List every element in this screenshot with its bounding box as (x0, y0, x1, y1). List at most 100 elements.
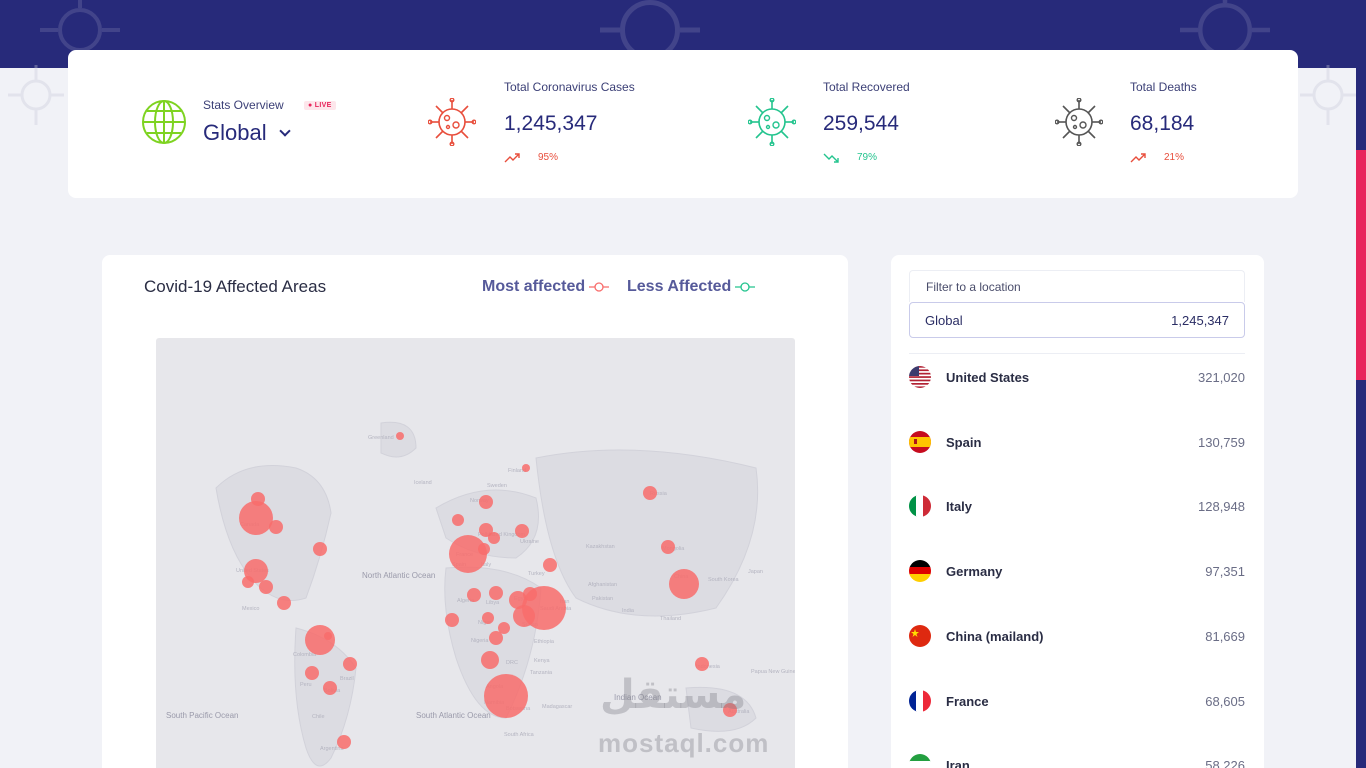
globe-icon (142, 100, 186, 144)
country-count: 97,351 (1205, 563, 1245, 579)
stat-value-recovered: 259,544 (823, 112, 899, 135)
map-bubble[interactable] (488, 532, 500, 544)
cn-flag-icon (909, 625, 931, 647)
stat-trend-deaths: 21% (1130, 152, 1184, 163)
map-label: Afghanistan (588, 582, 617, 588)
map-bubble[interactable] (343, 657, 357, 671)
map-label: Peru (300, 682, 312, 688)
map-label: South Africa (504, 732, 535, 738)
map-bubble[interactable] (305, 666, 319, 680)
country-list-card: Filter to a location Global 1,245,347 Un… (891, 255, 1264, 768)
list-item[interactable]: France 68,605 (909, 686, 1245, 716)
map-bubble[interactable] (251, 492, 265, 506)
list-item[interactable]: China (mailand) 81,669 (909, 621, 1245, 651)
map-bubble[interactable] (478, 543, 490, 555)
location-filter-input[interactable]: Global 1,245,347 (909, 302, 1245, 338)
list-item[interactable]: Spain 130,759 (909, 427, 1245, 457)
legend-most-affected[interactable]: Most affected (482, 278, 610, 296)
map-bubble[interactable] (482, 612, 494, 624)
map-bubble[interactable] (669, 569, 699, 599)
map-bubble[interactable] (484, 674, 528, 718)
trend-up-icon (1130, 152, 1146, 162)
map-label: Sweden (487, 483, 507, 489)
map-label: Thailand (660, 616, 681, 622)
map-label: Mexico (242, 606, 259, 612)
stat-title-cases: Total Coronavirus Cases (504, 80, 635, 94)
stat-title-recovered: Total Recovered (823, 80, 910, 94)
region-dropdown-value: Global (203, 120, 267, 145)
right-scroll-strip (1356, 68, 1366, 768)
map-bubble[interactable] (479, 495, 493, 509)
region-dropdown[interactable]: Global (203, 120, 291, 146)
map-bubble[interactable] (269, 520, 283, 534)
list-item[interactable]: Italy 128,948 (909, 491, 1245, 521)
map-bubble[interactable] (513, 605, 535, 627)
map-label: South Korea (708, 577, 740, 583)
map-label: Papua New Guinea (751, 669, 795, 675)
map-bubble[interactable] (489, 586, 503, 600)
chevron-down-icon (278, 125, 291, 137)
country-count: 128,948 (1198, 498, 1245, 514)
map-label: Japan (748, 569, 763, 575)
virus-red-icon (428, 98, 476, 146)
list-item[interactable]: Iran 58,226 (909, 750, 1245, 768)
map-bubble[interactable] (239, 501, 273, 535)
map-title: Covid-19 Affected Areas (144, 277, 327, 296)
stats-overview-label: Stats Overview (203, 98, 284, 112)
map-bubble[interactable] (305, 625, 335, 655)
ir-flag-icon (909, 754, 931, 768)
map-bubble[interactable] (452, 514, 464, 526)
map-bubble[interactable] (323, 681, 337, 695)
country-name: France (946, 693, 989, 709)
stat-title-deaths: Total Deaths (1130, 80, 1197, 94)
stat-trend-deaths-value: 21% (1164, 152, 1185, 163)
map-bubble[interactable] (695, 657, 709, 671)
map-bubble[interactable] (515, 524, 529, 538)
legend-green-marker-icon (735, 282, 756, 292)
map-label: Brazil (340, 676, 354, 682)
map-bubble[interactable] (337, 735, 351, 749)
list-item[interactable]: Germany 97,351 (909, 556, 1245, 586)
us-flag-icon (909, 366, 931, 388)
fr-flag-icon (909, 690, 931, 712)
country-count: 321,020 (1198, 369, 1245, 385)
map-label: Madagascar (542, 704, 572, 710)
map-bubble[interactable] (481, 651, 499, 669)
map-bubble[interactable] (467, 588, 481, 602)
legend-most-affected-label: Most affected (482, 278, 586, 295)
legend-less-affected-label: Less Affected (627, 278, 732, 295)
map-label: Kazakhstan (586, 544, 615, 550)
trend-down-icon (823, 153, 839, 163)
country-name: Italy (946, 498, 973, 514)
live-badge: ● LIVE (304, 101, 336, 110)
legend-less-affected[interactable]: Less Affected (627, 278, 756, 296)
map-bubble[interactable] (661, 540, 675, 554)
de-flag-icon (909, 560, 931, 582)
map-bubble[interactable] (259, 580, 273, 594)
filter-region: Global (925, 313, 963, 328)
map-bubble[interactable] (313, 542, 327, 556)
map-bubble[interactable] (522, 464, 530, 472)
virus-gray-icon (1055, 98, 1103, 146)
map-bubble[interactable] (324, 632, 332, 640)
map-bubble[interactable] (242, 576, 254, 588)
stat-trend-recovered: 79% (823, 152, 877, 163)
country-name: United States (946, 369, 1030, 385)
map-label: Nigeria (471, 638, 489, 644)
country-count: 130,759 (1198, 434, 1245, 450)
map-bubble[interactable] (396, 432, 404, 440)
map-bubble[interactable] (445, 613, 459, 627)
map-label: Ethiopia (534, 639, 555, 645)
stat-trend-recovered-value: 79% (857, 152, 878, 163)
map-bubble[interactable] (277, 596, 291, 610)
stat-trend-cases: 95% (504, 152, 558, 163)
map-bubble[interactable] (543, 558, 557, 572)
scroll-indicator[interactable] (1356, 150, 1366, 380)
stat-value-cases: 1,245,347 (504, 112, 598, 135)
list-item[interactable]: United States 321,020 (909, 362, 1245, 392)
map-label: Kenya (534, 658, 551, 664)
map-label: Ukraine (520, 539, 539, 545)
it-flag-icon (909, 495, 931, 517)
map-bubble[interactable] (489, 631, 503, 645)
map-bubble[interactable] (643, 486, 657, 500)
